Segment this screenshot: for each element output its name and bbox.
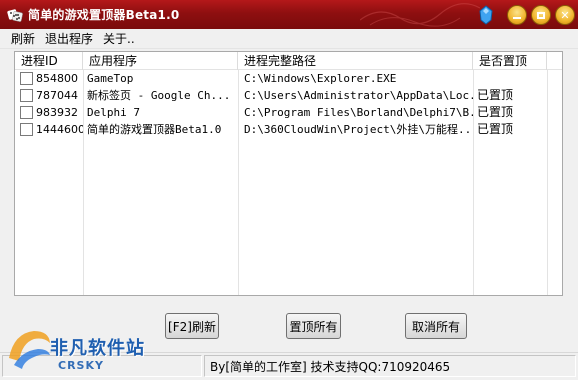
maximize-button[interactable] xyxy=(531,5,551,25)
path-cell: C:\Program Files\Borland\Delphi7\B... xyxy=(244,106,473,119)
maximize-icon xyxy=(537,11,545,19)
column-header-pid[interactable]: 进程ID xyxy=(15,52,83,70)
table-row[interactable]: 854800 GameTop C:\Windows\Explorer.EXE xyxy=(15,70,562,87)
column-header-app[interactable]: 应用程序 xyxy=(83,52,238,70)
column-divider xyxy=(238,70,239,295)
pid-value: 983932 xyxy=(36,106,78,119)
status-text: By[简单的工作室] 技术支持QQ:710920465 xyxy=(210,360,451,374)
pid-cell: 1444600 xyxy=(15,121,83,138)
column-divider xyxy=(473,70,474,295)
title-decoration xyxy=(360,3,480,27)
close-button[interactable]: ✕ xyxy=(555,5,575,25)
table-row[interactable]: 1444600 简单的游戏置顶器Beta1.0 D:\360CloudWin\P… xyxy=(15,121,562,138)
pid-value: 1444600 xyxy=(36,123,83,136)
title-bar[interactable]: 简单的游戏置顶器Beta1.0 ✕ xyxy=(0,0,578,29)
gem-icon[interactable] xyxy=(477,5,495,25)
list-body: 854800 GameTop C:\Windows\Explorer.EXE 7… xyxy=(15,70,562,295)
table-row[interactable]: 983932 Delphi 7 C:\Program Files\Borland… xyxy=(15,104,562,121)
process-list[interactable]: 进程ID 应用程序 进程完整路径 是否置顶 854800 GameTop C:\… xyxy=(14,51,563,296)
column-divider xyxy=(547,70,548,295)
untop-all-button[interactable]: 取消所有 xyxy=(405,313,467,339)
topmost-cell xyxy=(473,70,547,87)
menu-about[interactable]: 关于.. xyxy=(98,30,140,47)
menu-refresh[interactable]: 刷新 xyxy=(6,30,40,47)
topmost-cell: 已置顶 xyxy=(477,88,514,102)
row-checkbox[interactable] xyxy=(20,89,33,102)
pid-cell: 983932 xyxy=(15,104,83,121)
column-header-path[interactable]: 进程完整路径 xyxy=(238,52,473,70)
refresh-button[interactable]: [F2]刷新 xyxy=(165,313,219,339)
row-checkbox[interactable] xyxy=(20,72,33,85)
menu-exit[interactable]: 退出程序 xyxy=(40,30,98,47)
minimize-button[interactable] xyxy=(507,5,527,25)
pid-cell: 787044 xyxy=(15,87,83,104)
path-cell: C:\Windows\Explorer.EXE xyxy=(244,72,397,85)
row-checkbox[interactable] xyxy=(20,106,33,119)
menu-bar: 刷新 退出程序 关于.. xyxy=(0,29,578,49)
table-row[interactable]: 787044 新标签页 - Google Ch... C:\Users\Admi… xyxy=(15,87,562,104)
path-cell: D:\360CloudWin\Project\外挂\万能程... xyxy=(244,123,473,136)
column-divider xyxy=(83,70,84,295)
column-header-topmost[interactable]: 是否置顶 xyxy=(473,52,547,70)
top-all-button[interactable]: 置顶所有 xyxy=(286,313,341,339)
close-icon: ✕ xyxy=(560,8,570,22)
path-cell: C:\Users\Administrator\AppData\Loc... xyxy=(244,89,473,102)
pid-cell: 854800 xyxy=(15,70,83,87)
topmost-cell: 已置顶 xyxy=(477,122,514,136)
app-cell: 新标签页 - Google Ch... xyxy=(87,89,231,102)
minimize-icon xyxy=(513,16,521,19)
row-checkbox[interactable] xyxy=(20,123,33,136)
app-cell: 简单的游戏置顶器Beta1.0 xyxy=(87,123,222,136)
app-cell: Delphi 7 xyxy=(87,106,140,119)
pid-value: 854800 xyxy=(36,72,78,85)
pid-value: 787044 xyxy=(36,89,78,102)
status-bar: By[简单的工作室] 技术支持QQ:710920465 xyxy=(0,352,578,380)
topmost-cell: 已置顶 xyxy=(477,105,514,119)
window-title: 简单的游戏置顶器Beta1.0 xyxy=(28,8,180,22)
dice-icon xyxy=(7,7,23,23)
status-panel-left xyxy=(2,355,202,377)
list-header: 进程ID 应用程序 进程完整路径 是否置顶 xyxy=(15,52,562,70)
app-cell: GameTop xyxy=(87,72,134,85)
